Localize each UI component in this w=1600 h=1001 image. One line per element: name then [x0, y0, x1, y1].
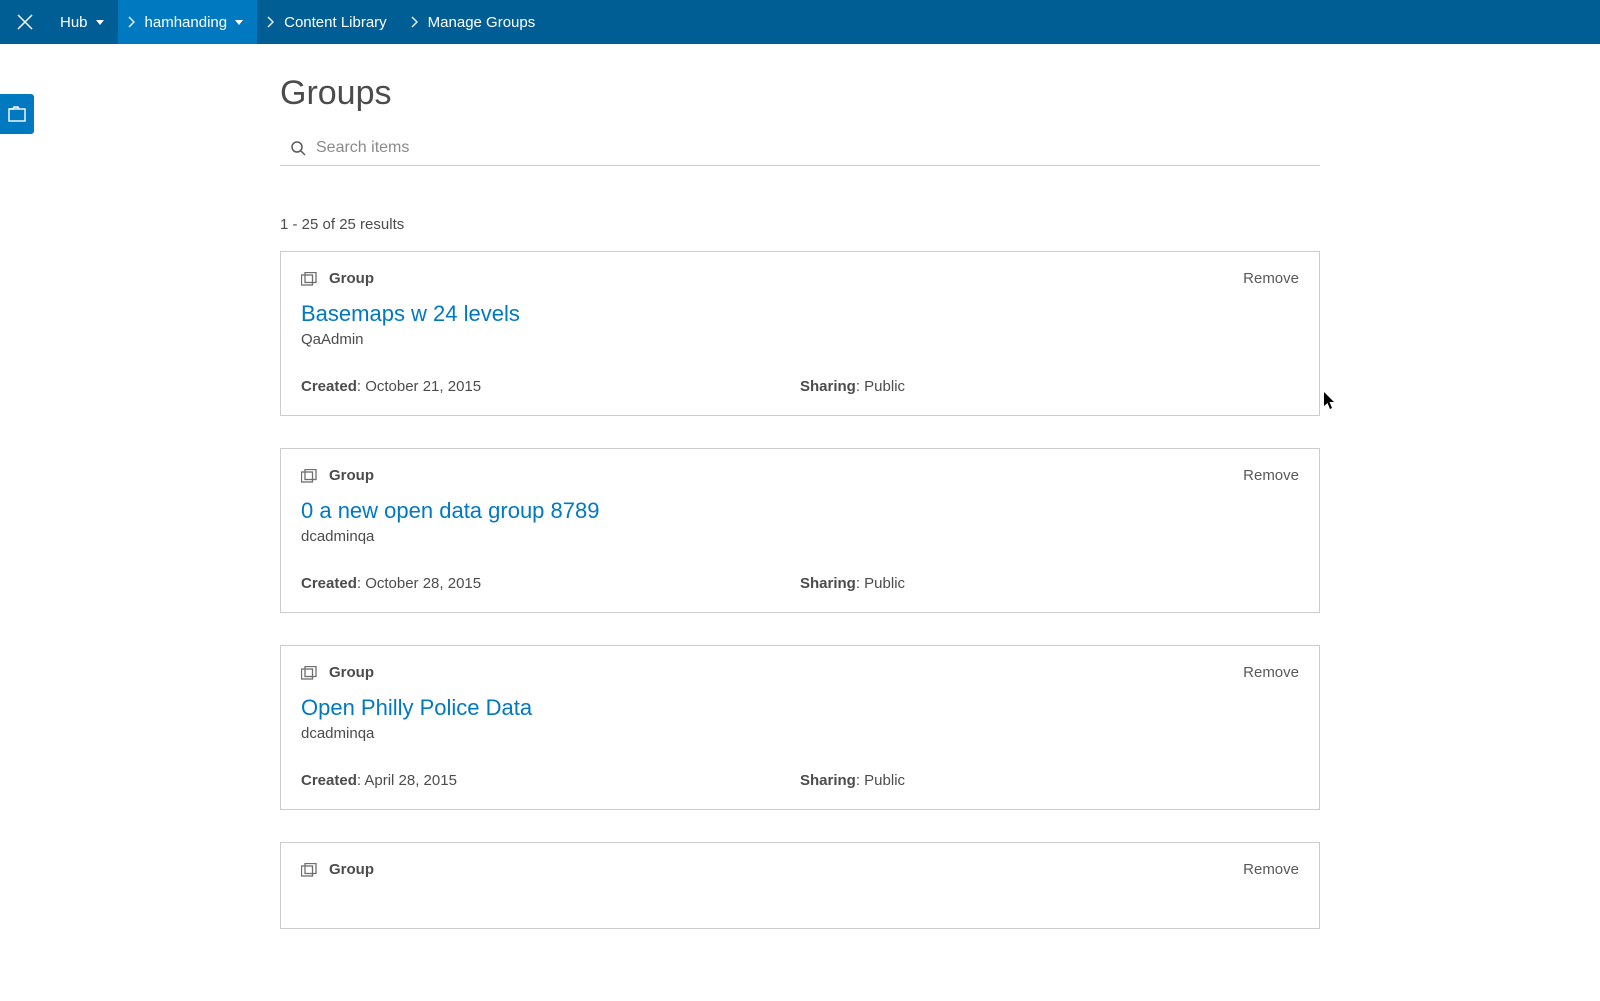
- main-content: Groups 1 - 25 of 25 results Group Remove B…: [280, 44, 1320, 1001]
- chevron-right-icon: [411, 16, 418, 28]
- close-button[interactable]: [0, 0, 50, 44]
- chevron-right-icon: [267, 16, 274, 28]
- topbar: Hub hamhanding Content Library Manage Gr…: [0, 0, 1600, 44]
- search-input[interactable]: [316, 139, 1320, 157]
- results-count: 1 - 25 of 25 results: [280, 216, 1320, 233]
- type-row: Group: [301, 467, 374, 484]
- meta-created: Created: October 28, 2015: [301, 575, 800, 592]
- type-label: Group: [329, 861, 374, 878]
- type-label: Group: [329, 664, 374, 681]
- sidebar-tab-content[interactable]: [0, 94, 34, 134]
- breadcrumb-hub-label: Hub: [60, 14, 88, 31]
- type-row: Group: [301, 664, 374, 681]
- meta-sharing: Sharing: Public: [800, 378, 1299, 395]
- card-meta: Created: October 28, 2015Sharing: Public: [301, 575, 1299, 592]
- search-icon: [280, 141, 316, 156]
- remove-link[interactable]: Remove: [1243, 861, 1299, 878]
- card-header: Group Remove: [301, 861, 1299, 878]
- group-icon: [301, 469, 317, 483]
- breadcrumb-site[interactable]: hamhanding: [118, 0, 258, 44]
- type-label: Group: [329, 270, 374, 287]
- search-row: [280, 131, 1320, 166]
- group-card: Group Remove: [280, 842, 1320, 929]
- chevron-right-icon: [128, 16, 135, 28]
- group-card: Group Remove Open Philly Police Data dcadmi…: [280, 645, 1320, 810]
- meta-created: Created: October 21, 2015: [301, 378, 800, 395]
- remove-link[interactable]: Remove: [1243, 664, 1299, 681]
- remove-link[interactable]: Remove: [1243, 270, 1299, 287]
- caret-down-icon: [96, 20, 104, 25]
- type-row: Group: [301, 861, 374, 878]
- group-title[interactable]: Open Philly Police Data: [301, 695, 1299, 721]
- group-card: Group Remove Basemaps w 24 levels QaAdmin Cr…: [280, 251, 1320, 416]
- caret-down-icon: [235, 20, 243, 25]
- meta-sharing: Sharing: Public: [800, 575, 1299, 592]
- card-header: Group Remove: [301, 664, 1299, 681]
- close-icon: [16, 13, 34, 31]
- group-owner: dcadminqa: [301, 528, 1299, 545]
- card-meta: Created: April 28, 2015Sharing: Public: [301, 772, 1299, 789]
- card-header: Group Remove: [301, 270, 1299, 287]
- breadcrumb-library-label: Content Library: [284, 14, 387, 31]
- card-header: Group Remove: [301, 467, 1299, 484]
- meta-created: Created: April 28, 2015: [301, 772, 800, 789]
- breadcrumb-page-label: Manage Groups: [428, 14, 536, 31]
- group-title[interactable]: Basemaps w 24 levels: [301, 301, 1299, 327]
- page-title: Groups: [280, 74, 1320, 113]
- content-icon: [8, 106, 26, 122]
- card-meta: Created: October 21, 2015Sharing: Public: [301, 378, 1299, 395]
- cursor-icon: [1324, 392, 1336, 410]
- group-icon: [301, 272, 317, 286]
- group-title[interactable]: 0 a new open data group 8789: [301, 498, 1299, 524]
- group-owner: QaAdmin: [301, 331, 1299, 348]
- remove-link[interactable]: Remove: [1243, 467, 1299, 484]
- group-icon: [301, 863, 317, 877]
- breadcrumb-page[interactable]: Manage Groups: [401, 0, 550, 44]
- breadcrumb-library[interactable]: Content Library: [257, 0, 401, 44]
- group-card: Group Remove 0 a new open data group 8789 d…: [280, 448, 1320, 613]
- group-icon: [301, 666, 317, 680]
- type-label: Group: [329, 467, 374, 484]
- breadcrumb-site-label: hamhanding: [145, 14, 228, 31]
- type-row: Group: [301, 270, 374, 287]
- group-owner: dcadminqa: [301, 725, 1299, 742]
- meta-sharing: Sharing: Public: [800, 772, 1299, 789]
- breadcrumb-hub[interactable]: Hub: [50, 0, 118, 44]
